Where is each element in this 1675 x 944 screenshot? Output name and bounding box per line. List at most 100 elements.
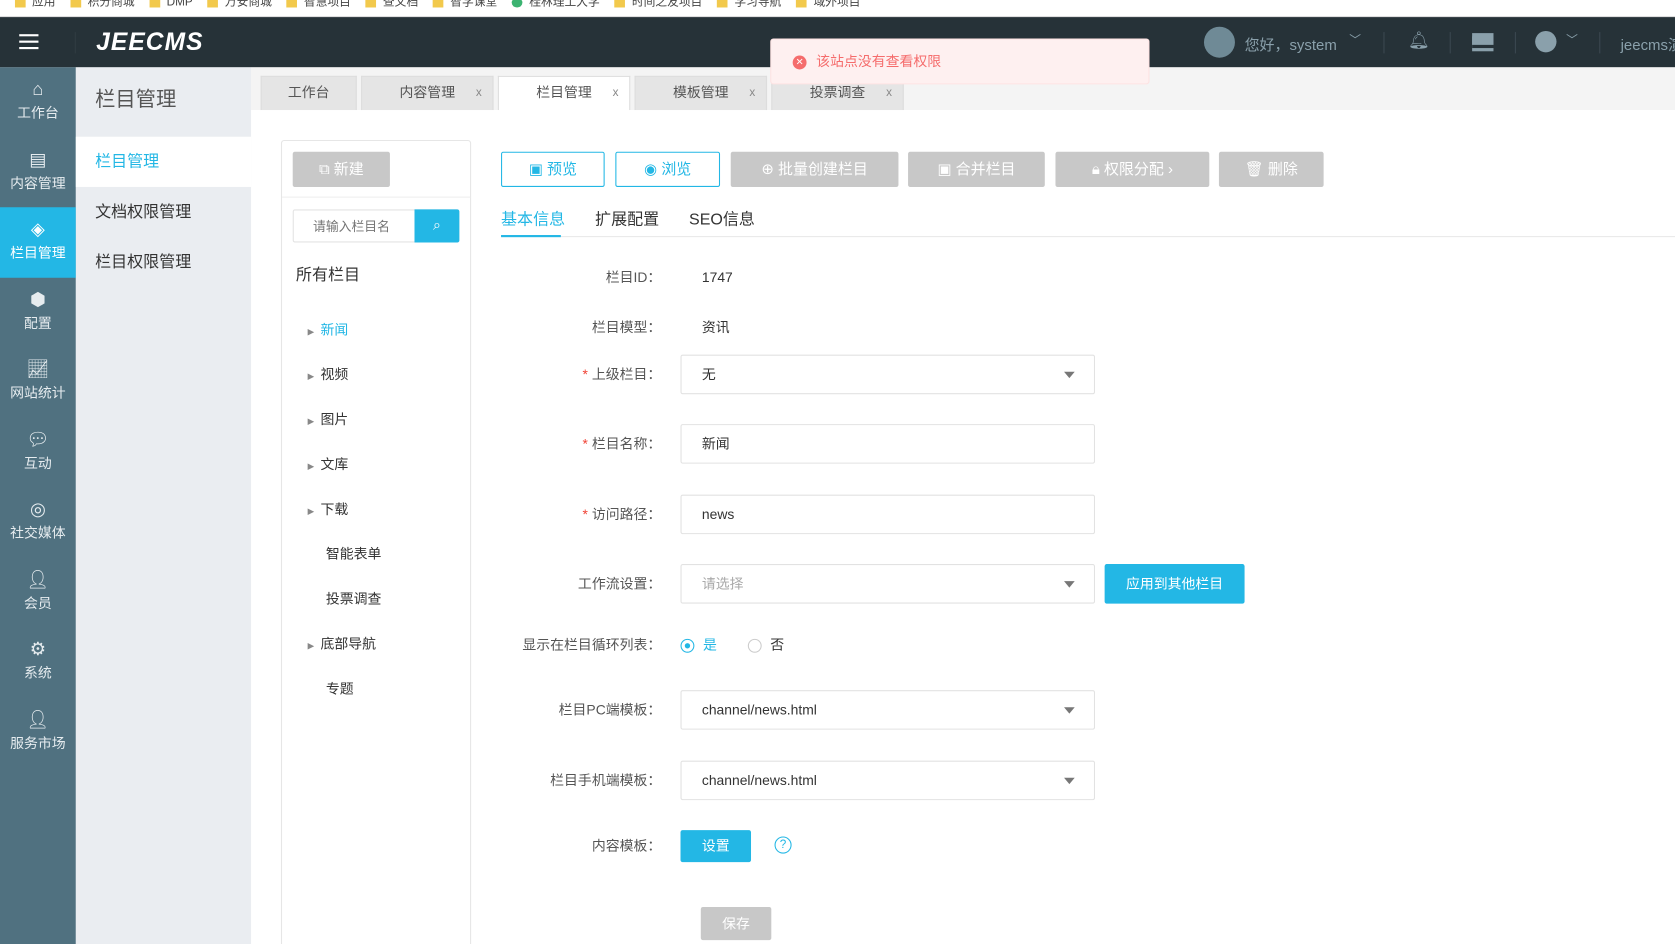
tree-node-label: 底部导航 [320,635,377,652]
field-label: 显示在栏目循环列表： [522,636,662,653]
sidebar-item-social[interactable]: ◎ 社交媒体 [0,487,76,557]
menu-toggle-icon[interactable] [19,34,39,50]
submenu-item-doc-permission[interactable]: 文档权限管理 [76,187,251,237]
lock-icon: 🔒︎ [1091,160,1104,178]
tab-content[interactable]: 内容管理 x [361,75,494,111]
chevron-down-icon[interactable]: ﹀ [1349,31,1361,48]
divider [282,196,471,198]
pc-template-select[interactable]: channel/news.html [680,690,1096,730]
avatar[interactable] [1203,26,1235,58]
channel-search-input[interactable] [293,210,414,242]
active-tab-indicator [501,235,561,238]
save-button[interactable]: 保存 [700,906,772,941]
sidebar-item-interaction[interactable]: 💬︎ 互动 [0,417,76,487]
sidebar-item-workbench[interactable]: ⌂ 工作台 [0,67,76,137]
help-icon[interactable]: ? [774,836,792,854]
tab-workbench[interactable]: 工作台 [260,75,357,111]
palette-icon[interactable] [1535,30,1557,53]
close-icon[interactable]: x [476,77,482,109]
close-icon[interactable]: x [749,77,755,109]
bookmark[interactable]: 应用 [14,0,56,10]
browse-button[interactable]: ◉ 浏览 [615,151,721,187]
tree-node[interactable]: ▶ 底部导航 [308,632,376,652]
tree-node[interactable]: 专题 [326,677,354,697]
bookmark[interactable]: 域外项目 [796,0,860,10]
bookmark[interactable]: 智学课堂 [433,0,497,10]
toast-message: 该站点没有查看权限 [816,53,942,70]
tab-extended-config[interactable]: 扩展配置 [595,207,659,229]
button-label: 合并栏目 [955,160,1016,178]
tab-basic-info[interactable]: 基本信息 [501,207,565,229]
delete-button[interactable]: 🗑︎ 删除 [1218,151,1324,187]
service-icon: 👤︎ [26,708,50,730]
close-icon[interactable]: x [613,77,619,109]
tree-root[interactable]: 所有栏目 [296,263,360,285]
bookmark[interactable]: 智慧项目 [286,0,351,10]
user-greeting[interactable]: 您好，system [1245,34,1337,55]
submenu-item-channel[interactable]: 栏目管理 [75,136,252,187]
path-input[interactable]: news [680,494,1096,535]
tree-node[interactable]: ▶ 图片 [308,408,349,428]
sidebar-item-market[interactable]: 👤︎ 服务市场 [0,697,76,767]
preview-button[interactable]: ▣ 预览 [501,151,605,187]
name-input[interactable]: 新闻 [680,424,1096,464]
bookmark[interactable]: 桂林理工大学 [512,0,600,10]
bell-icon[interactable]: 🔔︎ [1408,30,1430,51]
radio-yes[interactable]: 是 [680,625,717,665]
sidebar-item-content[interactable]: ▤ 内容管理 [0,137,76,207]
tree-node[interactable]: ▶ 下载 [308,498,349,518]
field-value: 资讯 [701,319,730,336]
apply-other-button[interactable]: 应用到其他栏目 [1104,564,1245,604]
gear-icon: ⚙ [29,638,47,660]
search-icon[interactable]: ⌕ [414,209,460,243]
submenu-item-channel-permission[interactable]: 栏目权限管理 [76,237,251,287]
bookmark[interactable]: 时间之友项目 [614,0,702,10]
batch-create-button[interactable]: ⊕ 批量创建栏目 [730,151,899,187]
field-mobile-template: 栏目手机端模板： channel/news.html [501,760,1569,801]
sidebar-item-stats[interactable]: 📈︎ 网站统计 [0,347,76,417]
permission-button[interactable]: 🔒︎ 权限分配 › [1055,151,1210,187]
bookmark[interactable]: 万安商城 [207,0,272,10]
radio-no[interactable]: 否 [747,625,784,665]
sidebar-item-channel[interactable]: ◈ 栏目管理 [0,207,76,278]
chevron-down-icon[interactable]: ﹀ [1566,31,1578,48]
tree-node[interactable]: ▶ 新闻 [308,318,349,338]
set-button[interactable]: 设置 [680,830,752,863]
caret-right-icon: ▶ [307,461,315,472]
bookmark[interactable]: DMP [149,0,193,9]
new-button[interactable]: ⧉ 新建 [292,151,390,187]
tree-node-label: 文库 [320,456,349,473]
button-label: 浏览 [661,160,692,178]
button-label: 权限分配 [1103,160,1164,178]
eye-icon: ◉ [644,160,662,178]
tree-node[interactable]: 投票调查 [326,588,382,608]
tree-node[interactable]: 智能表单 [326,543,382,563]
sidebar-item-system[interactable]: ⚙ 系统 [0,627,76,697]
chat-icon: 💬︎ [26,428,50,450]
merge-button[interactable]: ▣ 合并栏目 [908,151,1045,187]
monitor-icon[interactable] [1472,33,1494,49]
mobile-template-select[interactable]: channel/news.html [680,760,1096,801]
social-icon: ◎ [29,498,46,520]
dropdown-arrow-icon [1064,371,1075,379]
tab-channel[interactable]: 栏目管理 x [497,75,631,111]
workflow-select[interactable]: 请选择 [680,564,1096,604]
tab-seo-info[interactable]: SEO信息 [689,207,755,229]
sidebar-item-config[interactable]: ⬢ 配置 [0,277,76,347]
add-icon: ⊕ [761,160,779,178]
field-label: * 访问路径： [582,506,662,523]
field-workflow: 工作流设置： 请选择 应用到其他栏目 [501,564,1569,604]
sidebar-item-member[interactable]: 👤︎ 会员 [0,557,76,627]
tree-node[interactable]: ▶ 文库 [308,453,349,473]
site-switcher[interactable]: jeecms演 [1621,34,1675,55]
sidebar-item-label: 配置 [24,314,52,331]
bookmark[interactable]: 查文档 [365,0,418,10]
tab-template[interactable]: 模板管理 x [634,75,768,111]
divider [1514,32,1516,54]
error-toast: ✕ 该站点没有查看权限 [770,38,1150,85]
bookmark[interactable]: 积分商城 [70,0,135,10]
parent-select[interactable]: 无 [680,354,1096,395]
tree-node[interactable]: ▶ 视频 [308,363,349,383]
sidebar-item-label: 服务市场 [10,734,66,751]
bookmark[interactable]: 学习导航 [717,0,781,10]
